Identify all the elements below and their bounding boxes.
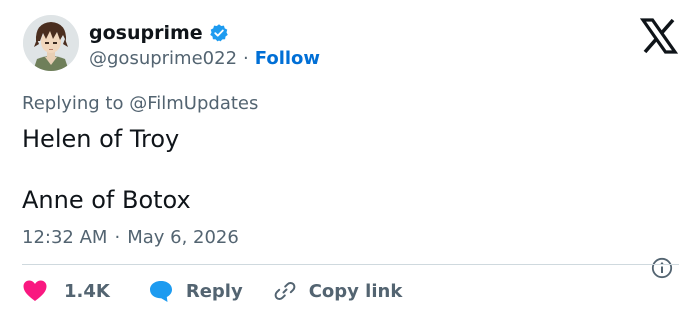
tweet-date[interactable]: May 6, 2026 (127, 227, 239, 248)
copy-link-button[interactable]: Copy link (273, 279, 403, 303)
copy-link-label: Copy link (308, 280, 403, 302)
handle-row: @gosuprime022 · Follow (89, 48, 320, 69)
link-icon (273, 279, 297, 303)
x-logo-icon[interactable] (639, 17, 679, 55)
name-row: gosuprime (89, 22, 229, 44)
timestamp[interactable]: 12:32 AM · May 6, 2026 (22, 227, 239, 248)
user-handle[interactable]: @gosuprime022 (89, 48, 237, 69)
tweet-text-line-1: Helen of Troy (22, 125, 180, 153)
action-bar: 1.4K Reply Copy link (22, 277, 402, 305)
timestamp-separator: · (114, 227, 121, 248)
info-icon[interactable] (651, 257, 673, 279)
handle-separator: · (243, 48, 249, 69)
avatar[interactable] (23, 15, 79, 71)
divider (22, 264, 679, 265)
reply-button[interactable]: Reply (148, 279, 243, 303)
heart-icon (22, 279, 48, 303)
verified-badge-icon (209, 23, 229, 43)
tweet-text-line-2: Anne of Botox (22, 186, 191, 214)
reply-context: Replying to @FilmUpdates (22, 93, 258, 114)
follow-button[interactable]: Follow (255, 48, 320, 69)
display-name[interactable]: gosuprime (89, 22, 203, 44)
like-count: 1.4K (64, 280, 110, 302)
reply-prefix: Replying to (22, 93, 124, 114)
tweet-time[interactable]: 12:32 AM (22, 227, 107, 248)
like-button[interactable]: 1.4K (22, 279, 110, 303)
reply-label: Reply (185, 280, 243, 302)
reply-mention-link[interactable]: @FilmUpdates (129, 93, 258, 114)
avatar-image (23, 15, 79, 71)
speech-bubble-icon (148, 279, 174, 303)
